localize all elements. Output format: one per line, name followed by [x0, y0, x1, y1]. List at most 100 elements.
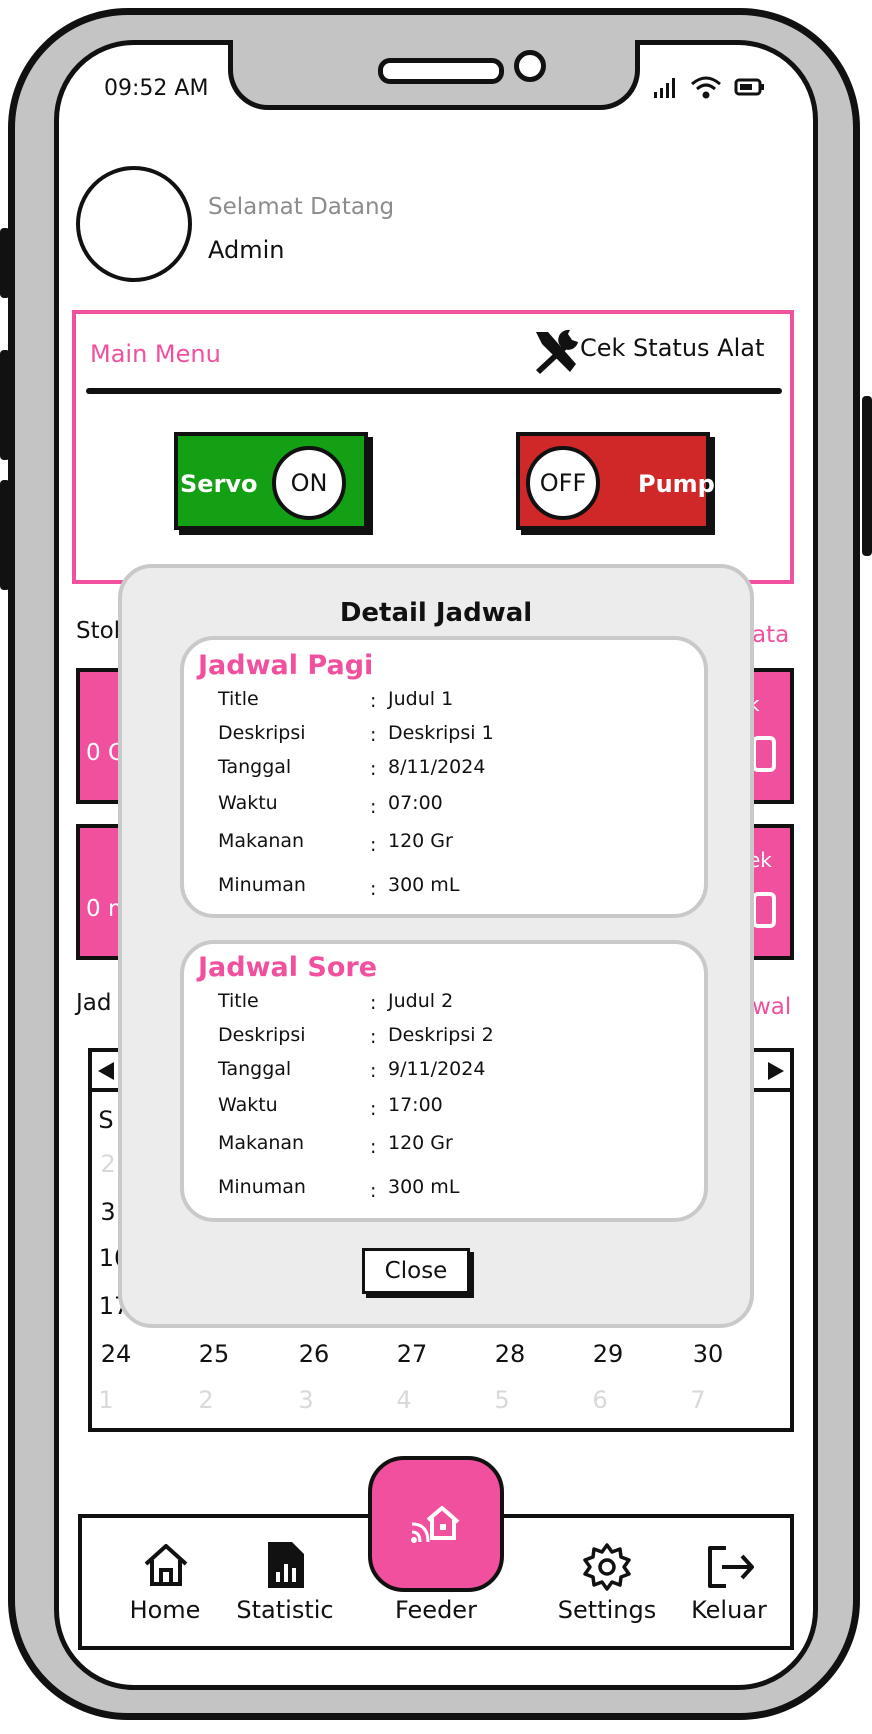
field-separator: :	[370, 1136, 377, 1158]
calendar-day[interactable]: 4	[374, 1386, 434, 1414]
schedule-heading: Jadwal Sore	[198, 952, 378, 983]
servo-label: Servo	[180, 470, 258, 498]
pump-toggle[interactable]: OFF Pump	[516, 432, 715, 530]
calendar-day[interactable]: 27	[382, 1340, 442, 1368]
menu-divider	[86, 388, 782, 394]
next-month-icon[interactable]	[766, 1060, 786, 1082]
logout-icon	[708, 1546, 754, 1588]
calendar-day[interactable]: 25	[184, 1340, 244, 1368]
jadwal-label: Jad	[76, 990, 112, 1016]
field-label: Makanan	[218, 1132, 305, 1154]
username: Admin	[208, 236, 285, 264]
modal-title: Detail Jadwal	[339, 598, 533, 628]
field-separator: :	[370, 690, 377, 712]
close-button[interactable]: Close	[362, 1248, 470, 1294]
status-icons	[654, 76, 764, 99]
side-button	[0, 480, 10, 590]
servo-toggle[interactable]: Servo ON	[174, 432, 368, 530]
lihat-data-link[interactable]: ata	[752, 622, 789, 648]
battery-icon	[734, 78, 764, 96]
field-separator: :	[370, 796, 377, 818]
signal-icon	[654, 78, 675, 98]
field-label: Makanan	[218, 830, 305, 852]
tambah-jadwal-link[interactable]: wal	[752, 994, 791, 1020]
field-label: Waktu	[218, 792, 278, 814]
field-value: 120 Gr	[388, 830, 453, 852]
nav-feeder-button[interactable]	[368, 1456, 504, 1592]
side-button	[0, 228, 10, 298]
field-label: Tanggal	[218, 756, 292, 778]
pump-state: OFF	[526, 446, 600, 520]
greeting-text: Selamat Datang	[208, 194, 395, 220]
field-separator: :	[370, 878, 377, 900]
speaker	[378, 58, 504, 84]
nav-keluar[interactable]: Keluar	[664, 1538, 794, 1638]
calendar-day[interactable]: 26	[284, 1340, 344, 1368]
nav-home-label: Home	[129, 1596, 201, 1624]
calendar-day[interactable]: 3	[276, 1386, 336, 1414]
field-value: Judul 1	[388, 688, 454, 710]
side-button	[0, 350, 10, 460]
field-value: Judul 2	[388, 990, 454, 1012]
field-value: 8/11/2024	[388, 756, 486, 778]
nav-home[interactable]: Home	[100, 1538, 230, 1638]
nav-keluar-label: Keluar	[691, 1596, 767, 1624]
statistic-icon	[268, 1542, 304, 1588]
gear-icon	[583, 1543, 631, 1591]
nav-statistic-label: Statistic	[236, 1596, 334, 1624]
status-time: 09:52 AM	[104, 76, 209, 101]
field-label: Deskripsi	[218, 1024, 306, 1046]
check-status-button[interactable]: Cek Status Alat	[580, 334, 764, 362]
field-separator: :	[370, 724, 377, 746]
side-button	[862, 396, 872, 556]
calendar-day[interactable]: 28	[480, 1340, 540, 1368]
field-separator: :	[370, 834, 377, 856]
nav-settings-label: Settings	[557, 1596, 657, 1624]
field-value: Deskripsi 2	[388, 1024, 494, 1046]
field-label: Title	[218, 688, 259, 710]
field-separator: :	[370, 1098, 377, 1120]
field-value: 120 Gr	[388, 1132, 453, 1154]
wifi-icon	[691, 76, 721, 99]
field-value: 300 mL	[388, 1176, 460, 1198]
field-label: Minuman	[218, 874, 306, 896]
field-label: Minuman	[218, 1176, 306, 1198]
avatar[interactable]	[76, 166, 192, 282]
calendar-day[interactable]: 6	[570, 1386, 630, 1414]
calendar-day[interactable]: 24	[86, 1340, 146, 1368]
calendar-day[interactable]: 5	[472, 1386, 532, 1414]
field-label: Title	[218, 990, 259, 1012]
field-separator: :	[370, 1026, 377, 1048]
field-separator: :	[370, 1060, 377, 1082]
calendar-day[interactable]: 29	[578, 1340, 638, 1368]
calendar-day[interactable]: 30	[678, 1340, 738, 1368]
schedule-heading: Jadwal Pagi	[198, 650, 374, 681]
field-label: Tanggal	[218, 1058, 292, 1080]
field-value: 07:00	[388, 792, 443, 814]
nav-feeder-label: Feeder	[395, 1596, 477, 1624]
prev-month-icon[interactable]	[96, 1060, 116, 1082]
document-icon	[752, 736, 776, 772]
tools-icon[interactable]	[530, 326, 582, 378]
field-value: 300 mL	[388, 874, 460, 896]
field-separator: :	[370, 992, 377, 1014]
servo-state: ON	[272, 446, 346, 520]
field-label: Deskripsi	[218, 722, 306, 744]
field-value: 17:00	[388, 1094, 443, 1116]
nav-statistic[interactable]: Statistic	[220, 1538, 350, 1638]
field-separator: :	[370, 1180, 377, 1202]
calendar-day[interactable]: 1	[76, 1386, 136, 1414]
home-icon	[144, 1544, 188, 1586]
field-label: Waktu	[218, 1094, 278, 1116]
camera	[514, 50, 546, 82]
pump-label: Pump	[638, 470, 715, 498]
field-value: 9/11/2024	[388, 1058, 486, 1080]
main-menu-title: Main Menu	[90, 340, 221, 368]
nav-settings[interactable]: Settings	[542, 1538, 672, 1638]
calendar-day[interactable]: 2	[176, 1386, 236, 1414]
smart-home-icon	[411, 1506, 460, 1543]
document-icon	[752, 892, 776, 928]
calendar-day[interactable]: 7	[668, 1386, 728, 1414]
field-separator: :	[370, 758, 377, 780]
field-value: Deskripsi 1	[388, 722, 494, 744]
